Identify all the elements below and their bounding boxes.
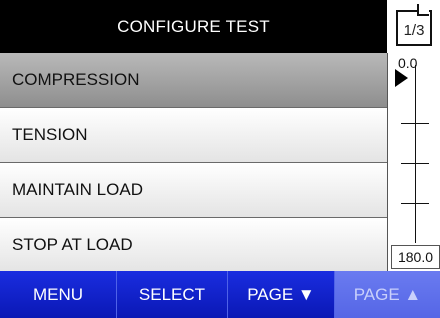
option-stop-at-load[interactable]: STOP AT LOAD (0, 218, 387, 273)
menu-button[interactable]: MENU (0, 271, 117, 318)
option-maintain-load[interactable]: MAINTAIN LOAD (0, 163, 387, 218)
page-title: CONFIGURE TEST (0, 0, 387, 53)
scale-tick (401, 123, 429, 124)
list-scrollbar[interactable]: 0.0 180.0 (387, 53, 440, 271)
page-up-button[interactable]: PAGE ▲ (335, 271, 440, 318)
select-button[interactable]: SELECT (117, 271, 228, 318)
option-label: STOP AT LOAD (12, 235, 133, 254)
scale-bottom-value: 180.0 (391, 245, 440, 269)
softkey-bar: MENU SELECT PAGE ▼ PAGE ▲ (0, 271, 440, 318)
scale-tick (401, 163, 429, 164)
option-label: TENSION (12, 125, 88, 144)
page-indicator: 1/3 (389, 0, 440, 53)
option-label: COMPRESSION (12, 70, 140, 89)
option-tension[interactable]: TENSION (0, 108, 387, 163)
page-down-button[interactable]: PAGE ▼ (228, 271, 335, 318)
scale-axis (415, 65, 416, 243)
position-pointer-icon (395, 69, 408, 87)
option-label: MAINTAIN LOAD (12, 180, 143, 199)
scale-tick (401, 203, 429, 204)
option-compression[interactable]: COMPRESSION (0, 53, 387, 108)
page-corner-icon (417, 4, 429, 16)
